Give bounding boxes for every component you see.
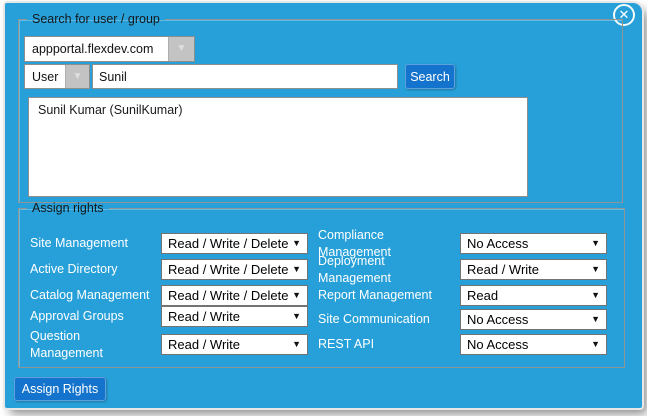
rights-label-site-management: Site Management: [30, 233, 152, 254]
chevron-down-icon: ▼: [591, 291, 606, 300]
rights-select-approval-groups[interactable]: Read / Write ▼: [161, 306, 308, 327]
rights-label-question-management: Question Management: [30, 334, 152, 355]
assign-rights-dialog: ✕ Search for user / group appportal.flex…: [5, 3, 642, 408]
chevron-down-icon: ▼: [591, 340, 606, 349]
chevron-down-icon: ▼: [292, 239, 307, 248]
search-group-legend: Search for user / group: [27, 13, 165, 26]
rights-label-site-communication: Site Communication: [318, 309, 458, 330]
rights-label-catalog-management: Catalog Management: [30, 285, 152, 306]
rights-label-deployment-management: Deployment Management: [318, 259, 458, 280]
domain-combobox[interactable]: appportal.flexdev.com ▼: [24, 36, 195, 62]
domain-combobox-value: appportal.flexdev.com: [25, 37, 168, 61]
domain-dropdown-button[interactable]: ▼: [168, 37, 194, 61]
chevron-down-icon: ▼: [177, 44, 187, 54]
rights-select-report-management[interactable]: Read ▼: [460, 285, 607, 306]
rights-select-site-management[interactable]: Read / Write / Delete ▼: [161, 233, 308, 254]
rights-select-site-communication[interactable]: No Access ▼: [460, 309, 607, 330]
rights-label-report-management: Report Management: [318, 285, 458, 306]
rights-label-compliance-management: Compliance Management: [318, 233, 458, 254]
search-results-listbox[interactable]: Sunil Kumar (SunilKumar): [28, 97, 528, 197]
chevron-down-icon: ▼: [292, 265, 307, 274]
search-type-combobox[interactable]: User ▼: [24, 64, 90, 89]
select-value: Read / Write: [461, 262, 591, 277]
select-value: Read / Write: [162, 337, 292, 352]
chevron-down-icon: ▼: [292, 340, 307, 349]
rights-select-active-directory[interactable]: Read / Write / Delete ▼: [161, 259, 308, 280]
chevron-down-icon: ▼: [73, 72, 83, 82]
rights-label-active-directory: Active Directory: [30, 259, 152, 280]
chevron-down-icon: ▼: [591, 239, 606, 248]
search-result-item[interactable]: Sunil Kumar (SunilKumar): [29, 98, 527, 120]
search-type-dropdown-button[interactable]: ▼: [65, 65, 89, 88]
search-type-value: User: [25, 65, 65, 88]
assign-rights-button[interactable]: Assign Rights: [14, 377, 106, 401]
rights-select-rest-api[interactable]: No Access ▼: [460, 334, 607, 355]
rights-select-catalog-management[interactable]: Read / Write / Delete ▼: [161, 285, 308, 306]
select-value: Read / Write / Delete: [162, 262, 292, 277]
rights-label-approval-groups: Approval Groups: [30, 306, 152, 327]
select-value: Read: [461, 288, 591, 303]
select-value: Read / Write / Delete: [162, 288, 292, 303]
select-value: Read / Write / Delete: [162, 236, 292, 251]
search-button[interactable]: Search: [405, 64, 455, 89]
select-value: No Access: [461, 312, 591, 327]
rights-select-compliance-management[interactable]: No Access ▼: [460, 233, 607, 254]
chevron-down-icon: ▼: [591, 265, 606, 274]
select-value: No Access: [461, 236, 591, 251]
chevron-down-icon: ▼: [591, 315, 606, 324]
rights-label-rest-api: REST API: [318, 334, 458, 355]
rights-select-deployment-management[interactable]: Read / Write ▼: [460, 259, 607, 280]
chevron-down-icon: ▼: [292, 291, 307, 300]
chevron-down-icon: ▼: [292, 312, 307, 321]
search-input[interactable]: [92, 64, 398, 89]
select-value: Read / Write: [162, 309, 292, 324]
assign-rights-legend: Assign rights: [27, 202, 109, 215]
rights-select-question-management[interactable]: Read / Write ▼: [161, 334, 308, 355]
select-value: No Access: [461, 337, 591, 352]
